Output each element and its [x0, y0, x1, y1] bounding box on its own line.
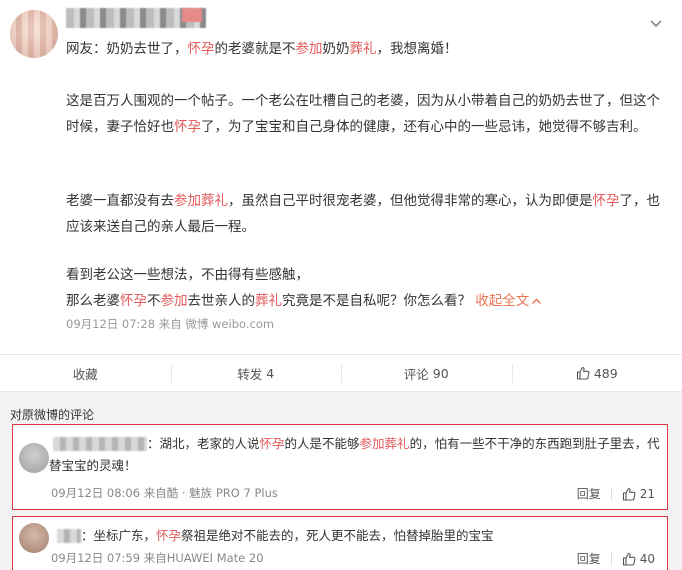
comment-actions: 回复 21: [577, 485, 655, 502]
post-paragraph-1: 这是百万人围观的一个帖子。一个老公在吐槽自己的老婆，因为从小带着自己的奶奶去世了…: [66, 88, 666, 140]
post-paragraph-3: 看到老公这一些想法，不由得有些感触， 那么老婆怀孕不参加去世亲人的葬礼究竟是不是…: [66, 262, 666, 314]
thumbs-up-icon: [622, 552, 636, 566]
reply-button[interactable]: 回复: [577, 550, 601, 567]
paragraph-text: 看到老公这一些想法，不由得有些感触，: [66, 267, 309, 283]
thumbs-up-icon: [576, 366, 590, 380]
keyword-highlight: 怀孕: [156, 528, 182, 543]
keyword-highlight: 参加葬礼: [359, 436, 410, 451]
comment-card: ：坐标广东，怀孕祭祖是绝对不能去的，死人更不能去，怕替掉胎里的宝宝 09月12日…: [12, 516, 668, 570]
comment-button[interactable]: 评论 90: [341, 355, 512, 391]
keyword-highlight: 怀孕: [592, 193, 620, 209]
avatar-mosaic: [10, 10, 58, 58]
collapse-link[interactable]: 收起全文: [471, 293, 542, 309]
comments-section: 对原微博的评论 ：湖北，老家的人说怀孕的人是不能够参加葬礼的，怕有一些不干净的东…: [0, 392, 682, 570]
comment-actions: 回复 40: [577, 550, 655, 567]
paragraph-text: 老婆一直都没有去: [66, 193, 174, 209]
comment-text-part: 的人是不能够: [284, 436, 360, 451]
repost-label: 转发: [237, 366, 263, 382]
like-count: 489: [593, 365, 618, 381]
comment-like-button[interactable]: 21: [622, 487, 655, 501]
chevron-up-icon: [532, 298, 542, 304]
comment-text-part: 祭祖是绝对不能去的，死人更不能去，怕替掉胎里的宝宝: [181, 528, 494, 543]
comment-like-button[interactable]: 40: [622, 552, 655, 566]
keyword-highlight: 葬礼: [349, 41, 377, 57]
comment-text-part: ：湖北，老家的人说: [147, 436, 260, 451]
divider: [610, 487, 612, 500]
reply-button[interactable]: 回复: [577, 485, 601, 502]
keyword-highlight: 怀孕: [187, 41, 215, 57]
divider: [610, 552, 612, 565]
keyword-highlight: 怀孕: [259, 436, 285, 451]
favorite-button[interactable]: 收藏: [0, 355, 171, 391]
headline-text: 的老婆就是不: [214, 41, 296, 57]
comment-count: 90: [432, 365, 449, 381]
repost-button[interactable]: 转发 4: [170, 355, 342, 391]
keyword-highlight: 参加: [295, 41, 323, 57]
paragraph-text: 去世亲人的: [187, 293, 256, 309]
author-avatar[interactable]: [10, 10, 58, 58]
comment-like-count: 21: [639, 486, 655, 501]
question-line: 那么老婆怀孕不参加去世亲人的葬礼究竟是不是自私呢？你怎么看？ 收起全文: [66, 288, 666, 314]
weibo-post: 网友：奶奶去世了，怀孕的老婆就是不参加奶奶葬礼，我想离婚！ 这是百万人围观的一个…: [0, 0, 682, 354]
paragraph-text: 不: [147, 293, 161, 309]
paragraph-text: 究竟是不是自私呢？你怎么看？: [282, 293, 471, 309]
comment-meta: 09月12日 07:59 来自HUAWEI Mate 20: [51, 551, 264, 565]
commenter-name-blurred[interactable]: [57, 529, 81, 543]
headline-text: 网友：奶奶去世了，: [66, 41, 188, 57]
keyword-highlight: 葬礼: [255, 293, 282, 309]
paragraph-text: 那么老婆: [66, 293, 120, 309]
keyword-highlight: 怀孕: [120, 293, 147, 309]
post-meta: 09月12日 07:28 来自 微博 weibo.com: [66, 317, 275, 331]
commenter-avatar[interactable]: [19, 523, 49, 553]
paragraph-text: 了，为了宝宝和自己身体的健康，还有心中的一些忌讳，她觉得不够吉利。: [201, 119, 647, 135]
comment-meta: 09月12日 08:06 来自酷 · 魅族 PRO 7 Plus: [51, 486, 278, 500]
keyword-highlight: 怀孕: [174, 119, 201, 135]
author-badge-blurred: [182, 8, 202, 22]
comment-like-count: 40: [639, 551, 655, 566]
comment-card: ：湖北，老家的人说怀孕的人是不能够参加葬礼的，怕有一些不干净的东西跑到肚子里去，…: [12, 424, 668, 510]
chevron-down-icon[interactable]: [648, 16, 664, 32]
comment-text: ：坐标广东，怀孕祭祖是绝对不能去的，死人更不能去，怕替掉胎里的宝宝: [81, 525, 661, 547]
headline-text: 奶奶: [322, 41, 350, 57]
collapse-label: 收起全文: [475, 293, 530, 309]
repost-count: 4: [266, 365, 275, 381]
like-button[interactable]: 489: [511, 355, 682, 391]
paragraph-text: ，虽然自己平时很宠老婆，但他觉得非常的寒心，认为即便是: [228, 193, 593, 209]
post-headline: 网友：奶奶去世了，怀孕的老婆就是不参加奶奶葬礼，我想离婚！: [66, 36, 666, 62]
post-action-bar: 收藏 转发 4 评论 90 489: [0, 354, 682, 392]
headline-text: ，我想离婚！: [376, 41, 458, 57]
comment-text: ：湖北，老家的人说怀孕的人是不能够参加葬礼的，怕有一些不干净的东西跑到肚子里去，…: [49, 433, 661, 477]
comments-section-title: 对原微博的评论: [10, 408, 95, 422]
comment-text-part: ：坐标广东，: [81, 528, 157, 543]
comment-label: 评论: [403, 366, 429, 382]
keyword-highlight: 参加葬礼: [174, 193, 228, 209]
post-paragraph-2: 老婆一直都没有去参加葬礼，虽然自己平时很宠老婆，但他觉得非常的寒心，认为即便是怀…: [66, 188, 666, 240]
keyword-highlight: 参加: [160, 293, 188, 309]
thumbs-up-icon: [622, 487, 636, 501]
favorite-label: 收藏: [72, 366, 98, 382]
commenter-avatar[interactable]: [19, 443, 49, 473]
